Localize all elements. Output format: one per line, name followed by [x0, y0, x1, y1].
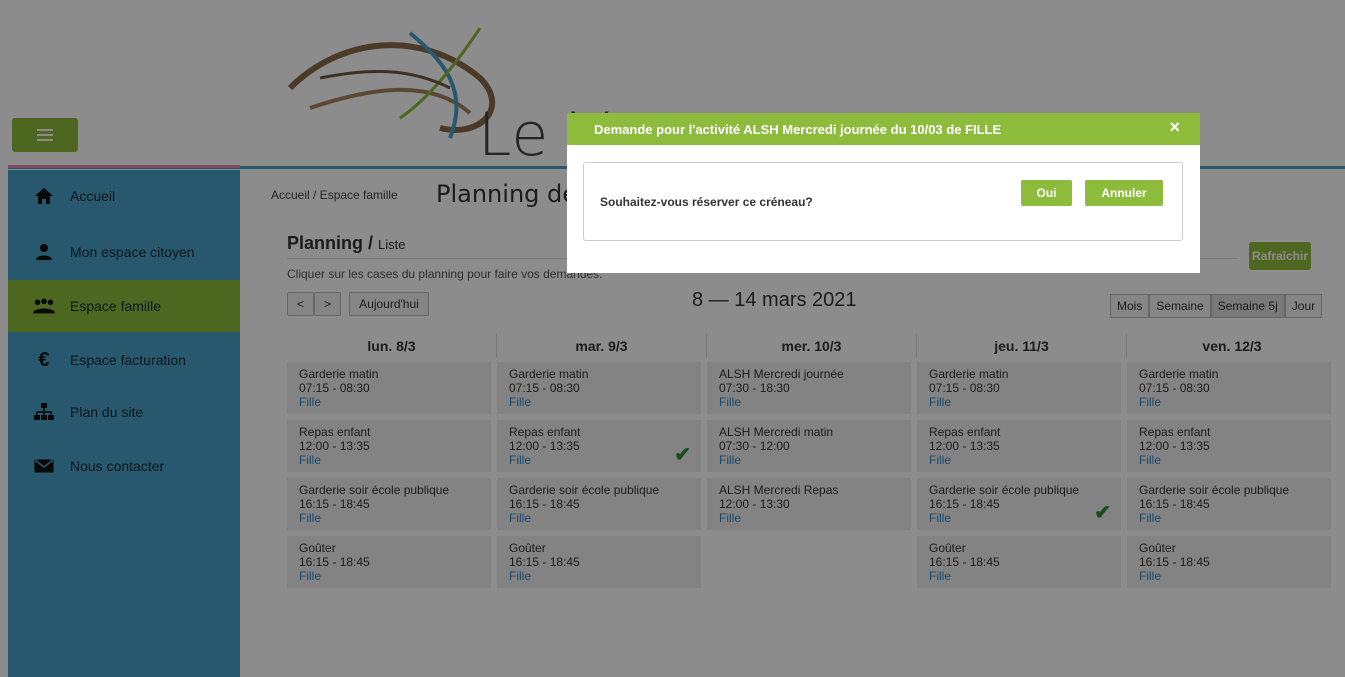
close-icon[interactable]: × [1169, 117, 1180, 138]
modal-backdrop[interactable] [0, 0, 1345, 677]
modal-body: Souhaitez-vous réserver ce créneau? Oui … [583, 162, 1183, 241]
modal-question: Souhaitez-vous réserver ce créneau? [600, 195, 813, 209]
modal-header: Demande pour l'activité ALSH Mercredi jo… [567, 113, 1200, 145]
confirm-button[interactable]: Oui [1021, 180, 1072, 206]
reservation-modal: Demande pour l'activité ALSH Mercredi jo… [567, 113, 1200, 273]
modal-title: Demande pour l'activité ALSH Mercredi jo… [594, 121, 1002, 137]
cancel-button[interactable]: Annuler [1085, 180, 1163, 206]
